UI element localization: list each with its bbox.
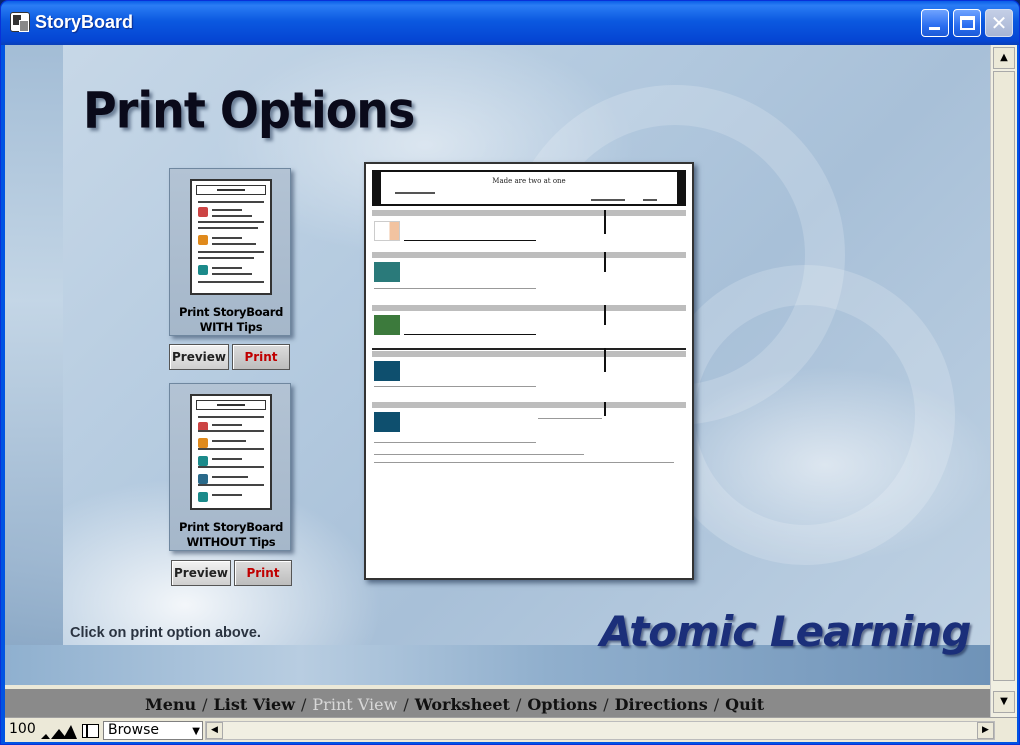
sheet-title: Made are two at one <box>492 177 566 185</box>
vertical-scrollbar[interactable]: ▲ ▼ <box>990 45 1017 717</box>
scroll-right-icon[interactable]: ▶ <box>977 722 994 739</box>
close-icon: ✕ <box>990 11 1008 35</box>
atomic-learning-logo: Atomic Learning <box>600 607 971 656</box>
close-button[interactable]: ✕ <box>985 9 1013 37</box>
option-label: Print StoryBoard WITH Tips <box>178 305 284 334</box>
print-preview-sheet: Made are two at one <box>364 162 694 580</box>
minimize-icon <box>929 27 940 30</box>
app-window: StoryBoard ✕ Print Options Print StoryBo… <box>0 0 1020 745</box>
nav-quit[interactable]: Quit <box>725 695 764 714</box>
print-without-tips-card[interactable]: Print StoryBoard WITHOUT Tips <box>169 383 291 551</box>
nav-options[interactable]: Options <box>527 695 597 714</box>
decorative-circle <box>655 265 955 565</box>
page-title: Print Options <box>83 80 415 140</box>
scroll-left-icon[interactable]: ◀ <box>206 722 223 739</box>
chevron-down-icon: ▼ <box>192 726 200 737</box>
storyboard-app-icon <box>10 12 30 32</box>
print-without-tips-button[interactable]: Print <box>234 560 292 586</box>
zoom-mountain-icon[interactable] <box>41 725 77 739</box>
nav-directions[interactable]: Directions <box>615 695 708 714</box>
nav-menu[interactable]: Menu <box>145 695 196 714</box>
zoom-level[interactable]: 100 <box>9 721 39 740</box>
scroll-up-icon[interactable]: ▲ <box>993 47 1015 69</box>
print-with-tips-button[interactable]: Print <box>232 344 290 370</box>
scrollbar-thumb[interactable] <box>993 71 1015 681</box>
layout-mode-icon[interactable] <box>82 724 99 738</box>
maximize-button[interactable] <box>953 9 981 37</box>
status-bar: 100 Browse ▼ ◀ ▶ <box>5 717 1017 742</box>
instruction-text: Click on print option above. <box>70 625 261 641</box>
maximize-icon <box>960 16 975 30</box>
client-area: Print Options Print StoryBoard WITH Tips… <box>5 45 1017 742</box>
window-title: StoryBoard <box>35 12 134 32</box>
nav-list-view[interactable]: List View <box>214 695 295 714</box>
decorative-left-strip <box>5 45 63 685</box>
title-bar[interactable]: StoryBoard ✕ <box>1 1 1019 45</box>
minimize-button[interactable] <box>921 9 949 37</box>
mode-select[interactable]: Browse ▼ <box>103 721 203 740</box>
preview-without-tips-button[interactable]: Preview <box>171 560 231 586</box>
navigation-bar: Menu / List View / Print View / Worksheet / Opti… <box>5 689 990 717</box>
mode-value: Browse <box>108 722 159 738</box>
horizontal-scrollbar[interactable]: ◀ ▶ <box>205 721 995 740</box>
nav-worksheet[interactable]: Worksheet <box>415 695 510 714</box>
preview-with-tips-button[interactable]: Preview <box>169 344 229 370</box>
print-with-tips-card[interactable]: Print StoryBoard WITH Tips <box>169 168 291 336</box>
filmstrip-header: Made are two at one <box>372 170 686 206</box>
scroll-down-icon[interactable]: ▼ <box>993 691 1015 713</box>
option-label: Print StoryBoard WITHOUT Tips <box>178 520 284 549</box>
content-stage: Print Options Print StoryBoard WITH Tips… <box>5 45 990 685</box>
storyboard-thumbnail-icon <box>190 394 272 510</box>
nav-print-view[interactable]: Print View <box>312 695 397 714</box>
storyboard-thumbnail-icon <box>190 179 272 295</box>
